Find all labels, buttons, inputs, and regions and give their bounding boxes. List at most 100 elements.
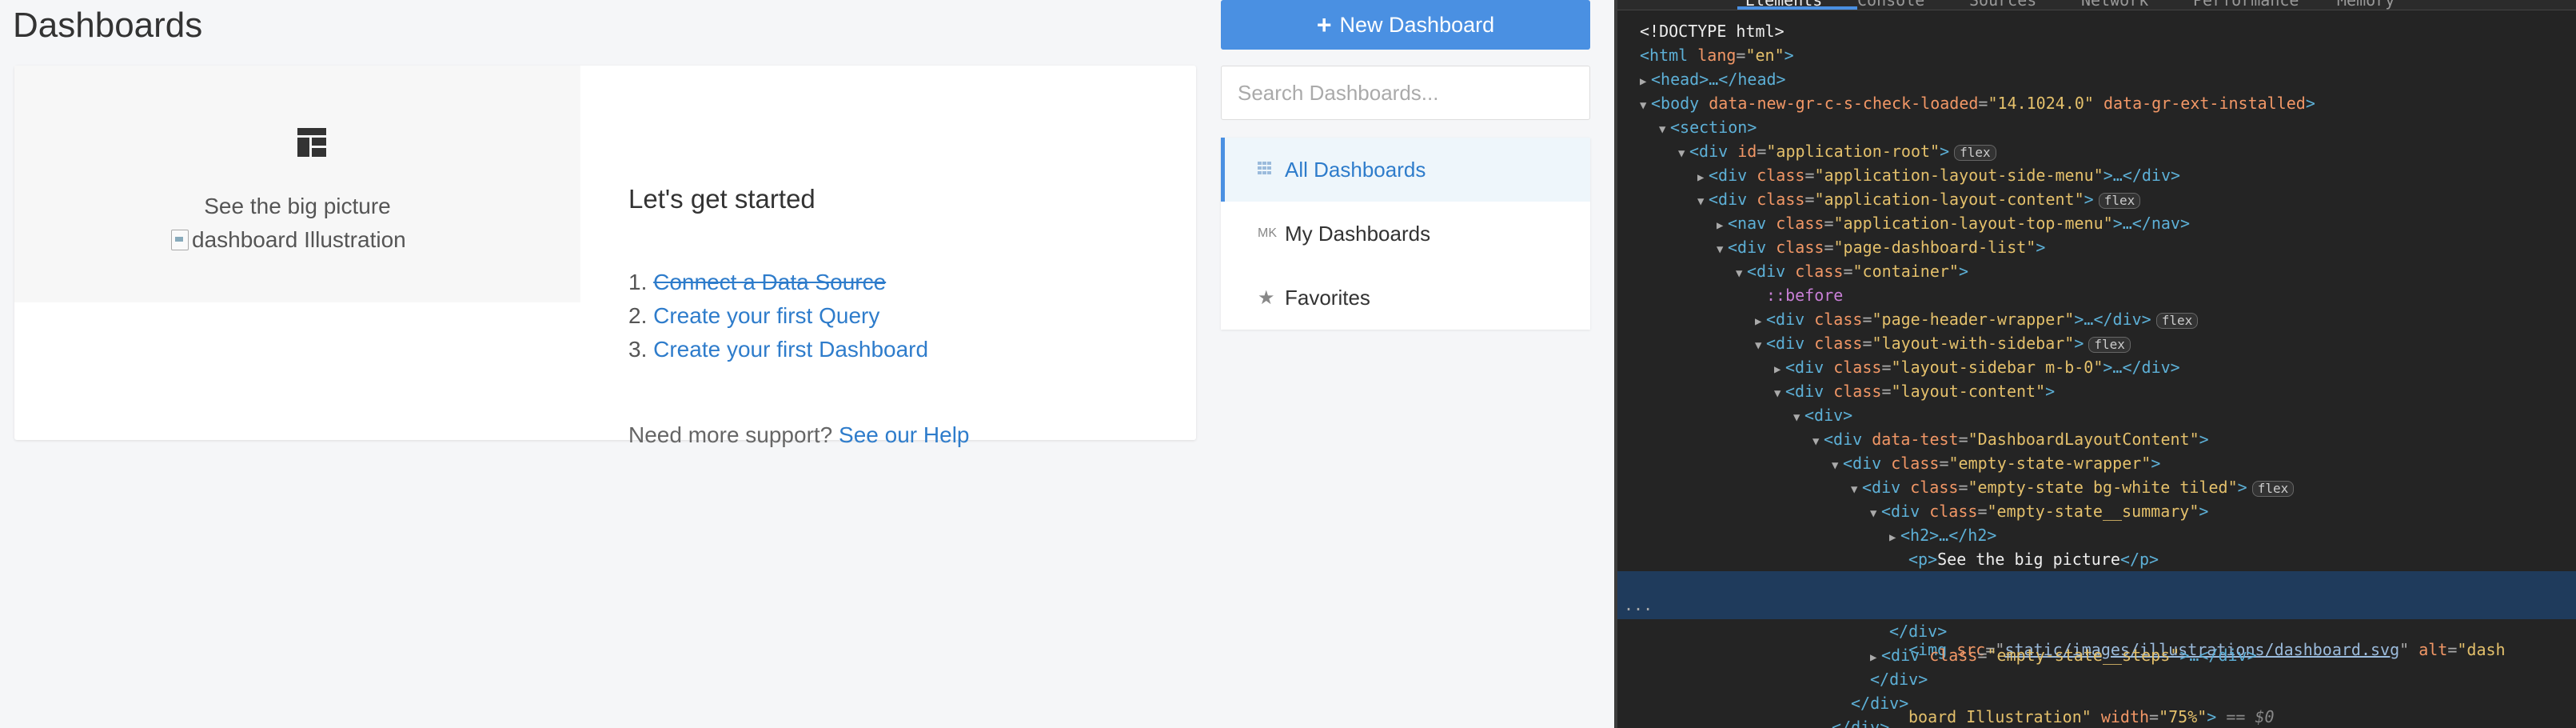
sidebar-item-label: Favorites [1285,285,1370,310]
collapse-triangle-icon[interactable]: ▼ [1659,118,1670,142]
help-link[interactable]: See our Help [839,422,969,447]
empty-state-summary: See the big picture dashboard Illustrati… [14,66,580,302]
step-number: 1. [628,270,648,294]
star-icon: ★ [1258,286,1275,309]
dom-node[interactable]: ▼ <div class="layout-with-sidebar"> flex [1617,331,2576,355]
devtools-tabbar: Elements Console Sources Network Perform… [1617,0,2576,10]
step-number: 2. [628,303,648,328]
dom-node[interactable]: ▶ <div class="empty-state__steps">…</div> [1617,643,2576,667]
flex-badge[interactable]: flex [2155,313,2199,329]
dom-node[interactable]: </div> [1617,619,2576,643]
collapse-triangle-icon[interactable]: ▼ [1640,94,1651,118]
app-area: Dashboards See the big picture dashboard… [0,0,1614,728]
dom-node[interactable]: <p>See the big picture</p> [1617,547,2576,571]
dom-node[interactable]: ▼ <section> [1617,115,2576,139]
collapse-triangle-icon[interactable]: ▼ [1678,142,1689,166]
tab-sources[interactable]: Sources [1969,0,2036,10]
tab-network[interactable]: Network [2081,0,2148,10]
dashboard-illustration-image: dashboard Illustration [171,227,406,253]
tab-console[interactable]: Console [1857,0,1924,10]
step-item: 1. Connect a Data Source [628,266,928,299]
new-dashboard-button[interactable]: + New Dashboard [1221,0,1590,50]
expand-triangle-icon[interactable]: ▶ [1889,526,1900,550]
step-item: 3. Create your first Dashboard [628,333,928,366]
collapse-triangle-icon[interactable]: ▼ [1697,190,1709,214]
dom-node[interactable]: ▼ <div> [1617,403,2576,427]
dom-node[interactable]: </div> [1617,691,2576,715]
support-label: Need more support? [628,422,833,447]
support-text: Need more support? See our Help [628,422,969,448]
step-link-create-query[interactable]: Create your first Query [653,303,879,328]
dom-node[interactable]: ▼ <div class="empty-state bg-white tiled"… [1617,475,2576,499]
collapse-triangle-icon[interactable]: ▼ [1832,454,1843,478]
plus-icon: + [1316,10,1332,39]
dom-node[interactable]: ▼ <div class="layout-content"> [1617,379,2576,403]
dom-node[interactable]: ▶ <h2>…</h2> [1617,523,2576,547]
collapse-triangle-icon[interactable]: ▼ [1870,502,1881,526]
empty-state-card: See the big picture dashboard Illustrati… [14,66,1196,447]
devtools-panel: Elements Console Sources Network Perform… [1614,0,2576,728]
dom-node[interactable]: ▼ <body data-new-gr-c-s-check-loaded="14.… [1617,91,2576,115]
collapse-triangle-icon[interactable]: ▼ [1717,238,1728,262]
flex-badge[interactable]: flex [2251,481,2295,497]
dom-node[interactable]: ▶ <div class="layout-sidebar m-b-0">…</di… [1617,355,2576,379]
sidebar-item-label: My Dashboards [1285,221,1431,246]
dom-node[interactable]: ▼ <div class="page-dashboard-list"> [1617,235,2576,259]
dom-node[interactable]: ▼ <div class="empty-state__summary"> [1617,499,2576,523]
dom-node[interactable]: ▶ <nav class="application-layout-top-menu… [1617,211,2576,235]
collapse-triangle-icon[interactable]: ▼ [1755,334,1766,358]
sidebar-item-label: All Dashboards [1285,157,1426,182]
sidebar-item-all-dashboards[interactable]: All Dashboards [1221,138,1590,202]
expand-triangle-icon[interactable]: ▶ [1717,214,1728,238]
page-title: Dashboards [13,6,203,45]
dom-node[interactable]: <html lang="en"> [1617,43,2576,67]
expand-triangle-icon[interactable]: ▶ [1870,646,1881,670]
dom-node[interactable]: ▶ <head>…</head> [1617,67,2576,91]
tab-memory[interactable]: Memory [2337,0,2395,10]
summary-text: See the big picture [204,194,391,218]
sidebar-item-my-dashboards[interactable]: MK My Dashboards [1221,202,1590,266]
sidebar-item-favorites[interactable]: ★ Favorites [1221,266,1590,330]
step-link-connect-data-source[interactable]: Connect a Data Source [653,270,886,294]
search-dashboards-input[interactable] [1221,66,1590,120]
dom-node[interactable]: ::before [1617,283,2576,307]
broken-image-icon [171,230,189,250]
dom-node[interactable]: ▼ <div class="application-layout-content"… [1617,187,2576,211]
dom-node[interactable]: </div> [1617,667,2576,691]
steps-list: 1. Connect a Data Source 2. Create your … [628,266,928,366]
tab-performance[interactable]: Performance [2193,0,2299,10]
flex-badge[interactable]: flex [2098,193,2141,209]
collapse-triangle-icon[interactable]: ▼ [1774,382,1785,406]
dom-node[interactable]: ▶ <div class="page-header-wrapper">…</div… [1617,307,2576,331]
grid-icon [1258,161,1272,178]
steps-heading: Let's get started [628,184,815,214]
active-tab-indicator [1737,6,1857,10]
expand-triangle-icon[interactable]: ▶ [1697,166,1709,190]
dom-tree: <!DOCTYPE html> <html lang="en"> ▶ <head>… [1617,19,2576,728]
dom-node[interactable]: ▼ <div data-test="DashboardLayoutContent"… [1617,427,2576,451]
dom-node[interactable]: <!DOCTYPE html> [1617,19,2576,43]
collapse-triangle-icon[interactable]: ▼ [1812,430,1824,454]
dom-node[interactable]: ▶ <div class="application-layout-side-men… [1617,163,2576,187]
step-link-create-dashboard[interactable]: Create your first Dashboard [653,337,928,362]
user-initials-icon: MK [1258,226,1277,240]
step-item: 2. Create your first Query [628,299,928,333]
sidebar-menu: All Dashboards MK My Dashboards ★ Favori… [1221,138,1590,330]
collapse-triangle-icon[interactable]: ▼ [1851,478,1862,502]
expand-triangle-icon[interactable]: ▶ [1755,310,1766,334]
expand-triangle-icon[interactable]: ▶ [1640,70,1651,94]
expand-triangle-icon[interactable]: ▶ [1774,358,1785,382]
image-alt-text: dashboard Illustration [192,227,406,252]
step-number: 3. [628,337,648,362]
new-dashboard-label: New Dashboard [1339,12,1495,37]
selected-dom-node[interactable]: ... <img src="static/images/illustration… [1617,571,2576,726]
flex-badge[interactable]: flex [2088,337,2131,353]
dom-node[interactable]: </div> [1617,715,2576,728]
flex-badge[interactable]: flex [1954,145,1996,161]
dom-node[interactable]: ▼ <div class="container"> [1617,259,2576,283]
collapse-triangle-icon[interactable]: ▼ [1736,262,1747,286]
dom-node[interactable]: ▼ <div class="empty-state-wrapper"> [1617,451,2576,475]
collapse-triangle-icon[interactable]: ▼ [1793,406,1804,430]
dom-node[interactable]: ▼ <div id="application-root"> flex [1617,139,2576,163]
more-options-icon[interactable]: ... [1624,594,1653,616]
